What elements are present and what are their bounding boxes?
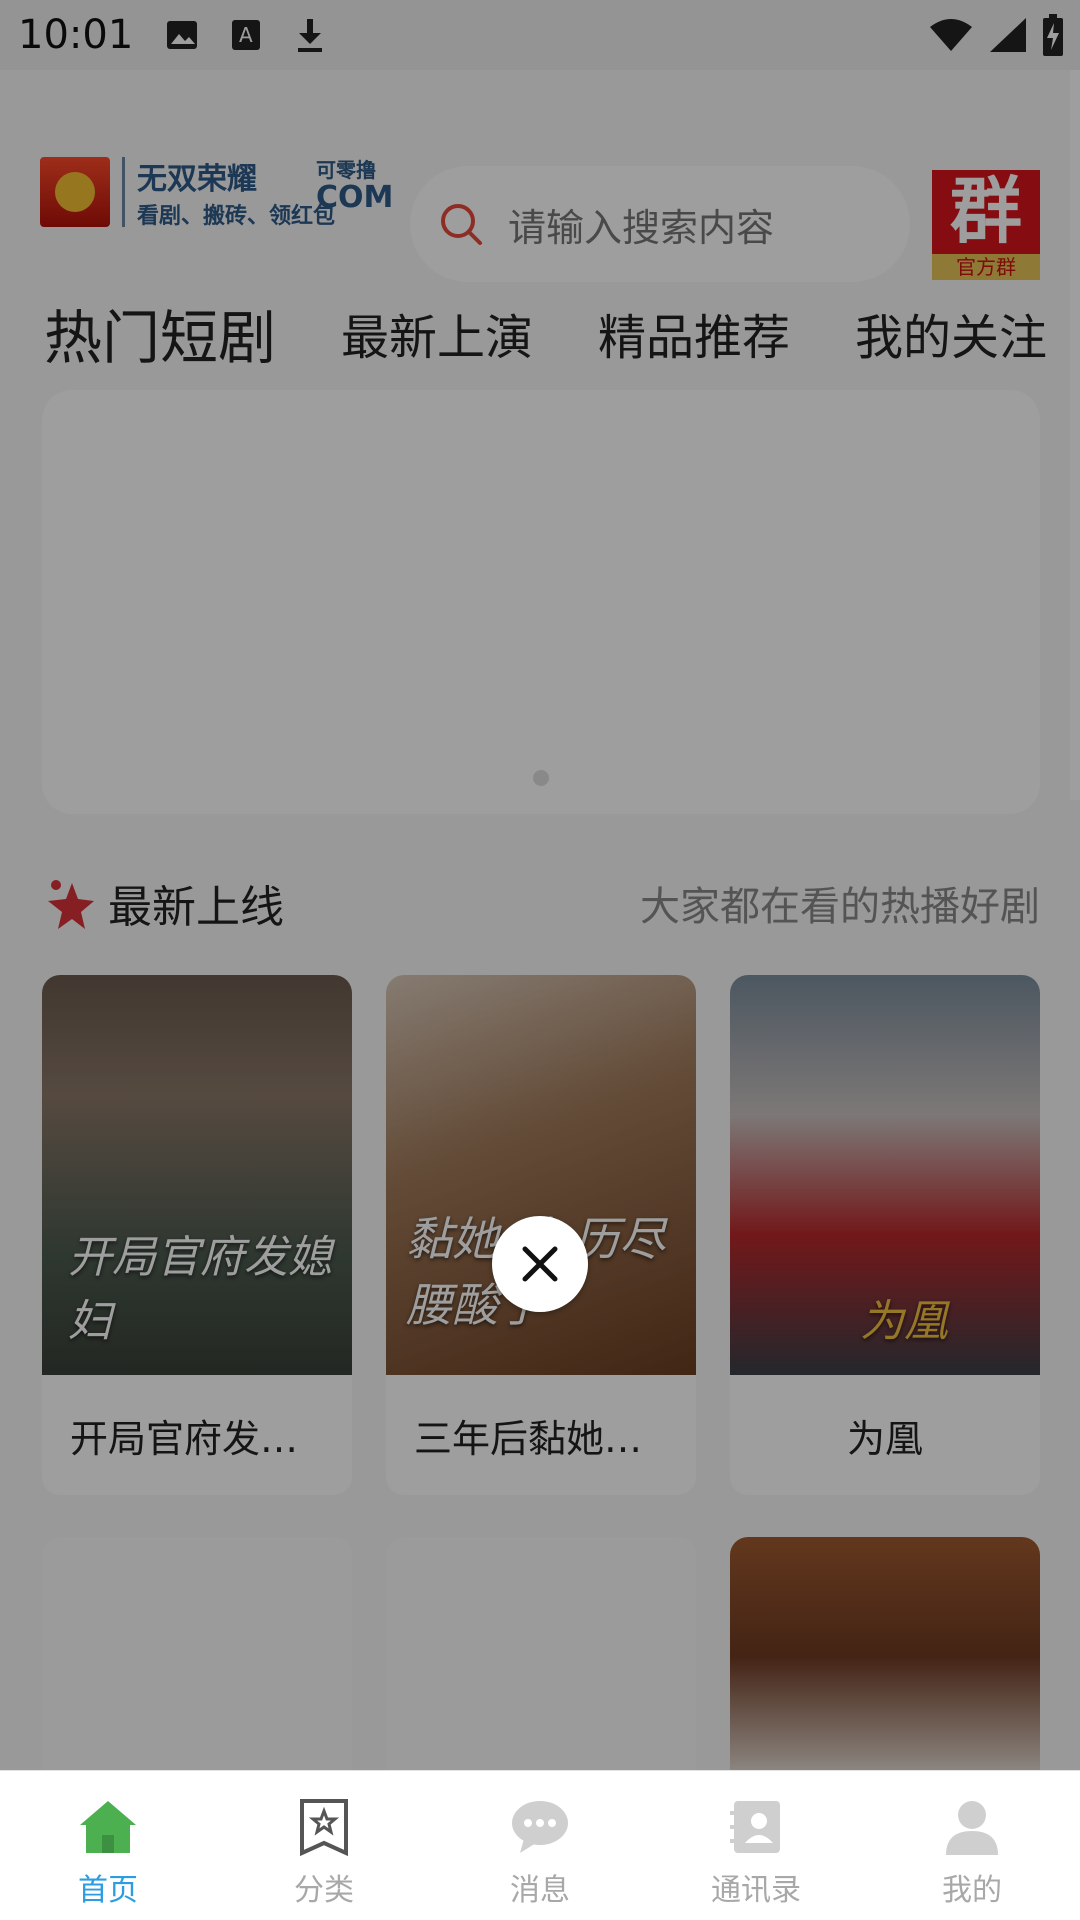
nav-contacts[interactable]: 通讯录	[648, 1771, 864, 1920]
scrollbar[interactable]	[1070, 70, 1080, 800]
message-icon	[512, 1801, 568, 1853]
nav-label: 通讯录	[711, 1873, 801, 1908]
close-button[interactable]	[492, 1216, 588, 1312]
nav-label: 分类	[294, 1873, 354, 1908]
category-icon	[300, 1799, 348, 1857]
nav-category[interactable]: 分类	[216, 1771, 432, 1920]
close-icon	[522, 1246, 558, 1282]
nav-messages[interactable]: 消息	[432, 1771, 648, 1920]
nav-label: 我的	[942, 1873, 1002, 1908]
nav-home[interactable]: 首页	[0, 1771, 216, 1920]
home-icon	[80, 1801, 136, 1853]
profile-icon	[946, 1801, 998, 1855]
dim-overlay[interactable]	[0, 0, 1080, 1770]
contacts-icon	[730, 1801, 780, 1853]
nav-label: 消息	[510, 1873, 570, 1908]
bottom-nav: 首页 分类 消息 通讯录 我的	[0, 1770, 1080, 1920]
nav-label: 首页	[78, 1873, 138, 1908]
nav-profile[interactable]: 我的	[864, 1771, 1080, 1920]
